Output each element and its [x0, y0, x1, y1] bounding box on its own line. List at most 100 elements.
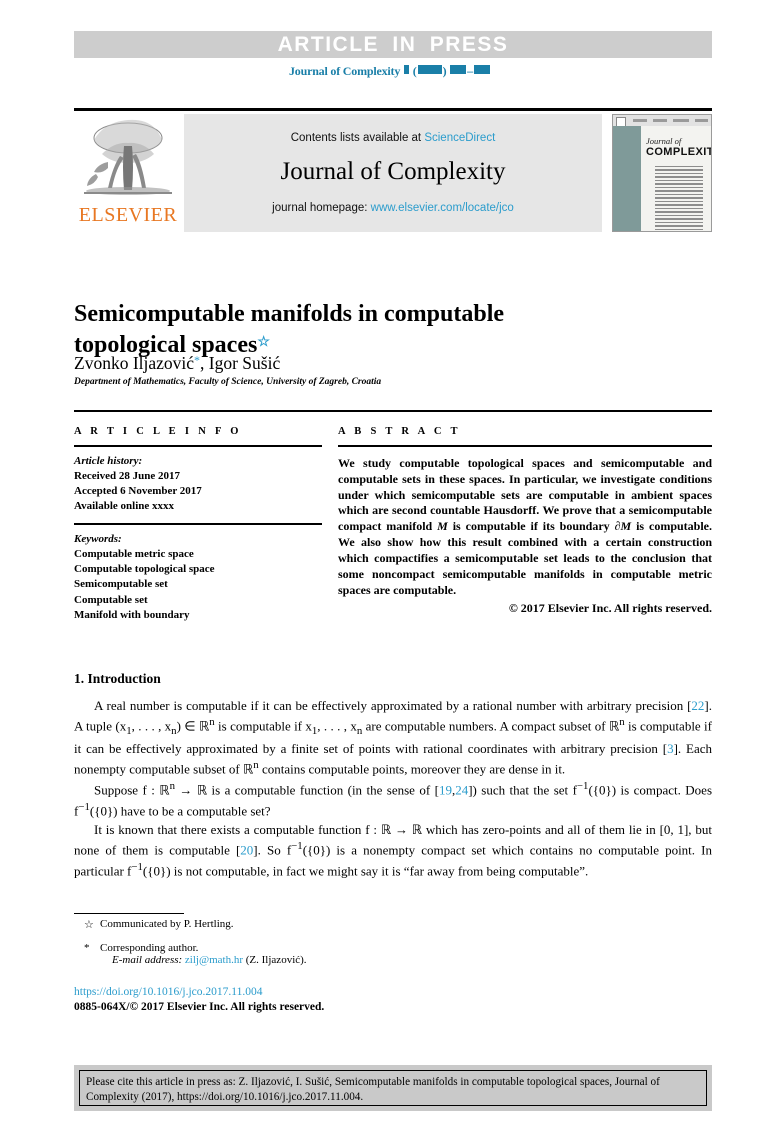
- cover-topbar-text-4: [695, 118, 708, 122]
- citation-ref-19[interactable]: 19: [439, 782, 452, 797]
- intro-paragraph-3: It is known that there exists a computab…: [74, 821, 712, 879]
- p1-f: , . . . , x: [317, 718, 357, 734]
- elsevier-tree-icon: [84, 119, 172, 195]
- abstract-text: We study computable topological spaces a…: [338, 456, 712, 600]
- article-history-label: Article history:: [74, 454, 143, 467]
- article-in-press-banner: ARTICLE IN PRESS: [74, 31, 712, 58]
- history-available-online: Available online xxxx: [74, 500, 175, 513]
- footnote-email-row: E-mail address: zilj@math.hr (Z. Iljazov…: [100, 954, 504, 966]
- cover-left-band: [613, 126, 641, 231]
- intro-paragraph-2: Suppose f : ℝn → ℝ is a computable funct…: [74, 779, 713, 819]
- abstract-rule: [338, 445, 712, 447]
- cite-this-article-text: Please cite this article in press as: Z.…: [79, 1070, 707, 1106]
- email-address-owner: (Z. Iljazović).: [245, 954, 307, 966]
- footnote-asterisk-marker: *: [84, 942, 90, 954]
- cover-art: Journal of COMPLEXITY: [613, 115, 711, 231]
- publisher-logo: ELSEVIER: [74, 114, 182, 232]
- keyword-item: Semicomputable set: [74, 578, 168, 591]
- page-dash: –: [467, 64, 473, 78]
- article-title-text: Semicomputable manifolds in computable t…: [74, 301, 505, 358]
- footnote-separator-rule: [74, 913, 184, 914]
- citation-ref-20[interactable]: 20: [240, 842, 253, 857]
- journal-title: Journal of Complexity: [280, 158, 506, 185]
- journal-homepage-prefix: journal homepage:: [272, 202, 371, 214]
- page-end-placeholder: [473, 65, 490, 74]
- article-info-rule: [74, 445, 322, 447]
- author-secondary: , Igor Sušić: [200, 353, 281, 373]
- keywords-block: Keywords: Computable metric space Comput…: [74, 532, 322, 623]
- year-placeholder: [417, 65, 442, 74]
- cover-logo-square: [616, 116, 626, 127]
- footnote-communicated: ☆ Communicated by P. Hertling.: [74, 918, 504, 931]
- sciencedirect-link[interactable]: ScienceDirect: [424, 132, 495, 144]
- keywords-label: Keywords:: [74, 532, 122, 545]
- email-address-label: E-mail address:: [112, 954, 183, 966]
- cite-this-article-box: Please cite this article in press as: Z.…: [74, 1065, 712, 1111]
- abstract-copyright: © 2017 Elsevier Inc. All rights reserved…: [508, 601, 712, 616]
- p2-a: Suppose f : ℝ: [94, 782, 170, 798]
- author-primary: Zvonko Iljazović: [74, 353, 195, 373]
- journal-cover-thumbnail: Journal of COMPLEXITY: [612, 114, 712, 232]
- article-history: Article history: Received 28 June 2017 A…: [74, 454, 322, 515]
- section-heading-introduction: 1. Introduction: [74, 671, 161, 686]
- abstract-part-2: is computable if its boundary: [447, 519, 615, 534]
- article-info-label: A R T I C L E I N F O: [74, 426, 242, 437]
- masthead-center: Contents lists available at ScienceDirec…: [184, 114, 602, 232]
- p1-e: is computable if x: [214, 718, 312, 734]
- page-start-placeholder: [450, 65, 467, 74]
- paren-close: ): [442, 64, 447, 78]
- contents-lists-line: Contents lists available at ScienceDirec…: [291, 132, 496, 144]
- cover-body: Journal of COMPLEXITY: [641, 126, 711, 231]
- p2-e: ({0}) have to be a computable set?: [89, 803, 271, 819]
- masthead: ELSEVIER Contents lists available at Sci…: [74, 114, 712, 232]
- citation-ref-22[interactable]: 22: [691, 698, 704, 713]
- journal-reference-line: Journal of Complexity ( ) –: [0, 64, 780, 79]
- cover-complexity-label: COMPLEXITY: [646, 146, 711, 158]
- contents-lists-prefix: Contents lists available at: [290, 132, 425, 144]
- author-list: Zvonko Iljazović*, Igor Sušić: [74, 353, 674, 374]
- cover-journal-of-label: Journal of: [646, 136, 682, 146]
- doi-link[interactable]: https://doi.org/10.1016/j.jco.2017.11.00…: [74, 986, 262, 998]
- p3-d: ({0}) is not computable, in fact we migh…: [142, 863, 589, 879]
- abstract-label: A B S T R A C T: [338, 426, 461, 437]
- journal-homepage-link[interactable]: www.elsevier.com/locate/jco: [371, 202, 514, 214]
- cover-editorial-lines: [655, 166, 703, 231]
- p3-b: ]. So f: [253, 842, 292, 858]
- keyword-item: Computable metric space: [74, 548, 194, 561]
- abstract-column: A B S T R A C T We study computable topo…: [338, 426, 712, 616]
- elsevier-wordmark: ELSEVIER: [78, 204, 178, 226]
- abstract-math-dm: ∂M: [614, 519, 632, 534]
- p1-d: ) ∈ ℝ: [176, 718, 210, 734]
- article-page: ARTICLE IN PRESS Journal of Complexity (…: [0, 0, 780, 1134]
- article-in-press-label: ARTICLE IN PRESS: [277, 32, 509, 56]
- cover-topbar-text-1: [633, 118, 647, 122]
- p2-c: ]) such that the set f: [468, 782, 577, 798]
- intro-paragraph-1: A real number is computable if it can be…: [74, 698, 712, 777]
- keyword-item: Computable topological space: [74, 563, 215, 576]
- abstract-math-m: M: [437, 519, 448, 534]
- info-abstract-top-rule: [74, 410, 712, 412]
- masthead-top-rule: [74, 108, 712, 111]
- cover-topbar-text-2: [653, 118, 667, 122]
- keyword-item: Manifold with boundary: [74, 608, 190, 621]
- footnotes: ☆ Communicated by P. Hertling. * Corresp…: [74, 918, 504, 969]
- volume-placeholder: [403, 65, 409, 74]
- cover-topbar-text-3: [673, 118, 689, 122]
- footnote-communicated-text: Communicated by P. Hertling.: [100, 918, 234, 930]
- paren-open: (: [412, 64, 417, 78]
- footnote-corresponding-text: Corresponding author.: [100, 942, 199, 954]
- title-footnote-marker[interactable]: ☆: [257, 335, 270, 350]
- introduction-body: A real number is computable if it can be…: [74, 697, 712, 881]
- p1-c: , . . . , x: [131, 718, 172, 734]
- email-address-link[interactable]: zilj@math.hr: [185, 954, 243, 966]
- journal-homepage-line: journal homepage: www.elsevier.com/locat…: [272, 202, 514, 214]
- footnote-star-marker: ☆: [84, 919, 94, 931]
- journal-reference-name: Journal of Complexity: [289, 64, 401, 78]
- citation-ref-24[interactable]: 24: [455, 782, 468, 797]
- issn-copyright-line: 0885-064X/© 2017 Elsevier Inc. All right…: [74, 1001, 325, 1013]
- keyword-item: Computable set: [74, 593, 148, 606]
- p2-b: → ℝ is a computable function (in the sen…: [174, 782, 439, 798]
- p1-g: are computable numbers. A compact subset…: [362, 718, 620, 734]
- history-accepted: Accepted 6 November 2017: [74, 484, 202, 497]
- footnote-corresponding: * Corresponding author. E-mail address: …: [74, 942, 504, 966]
